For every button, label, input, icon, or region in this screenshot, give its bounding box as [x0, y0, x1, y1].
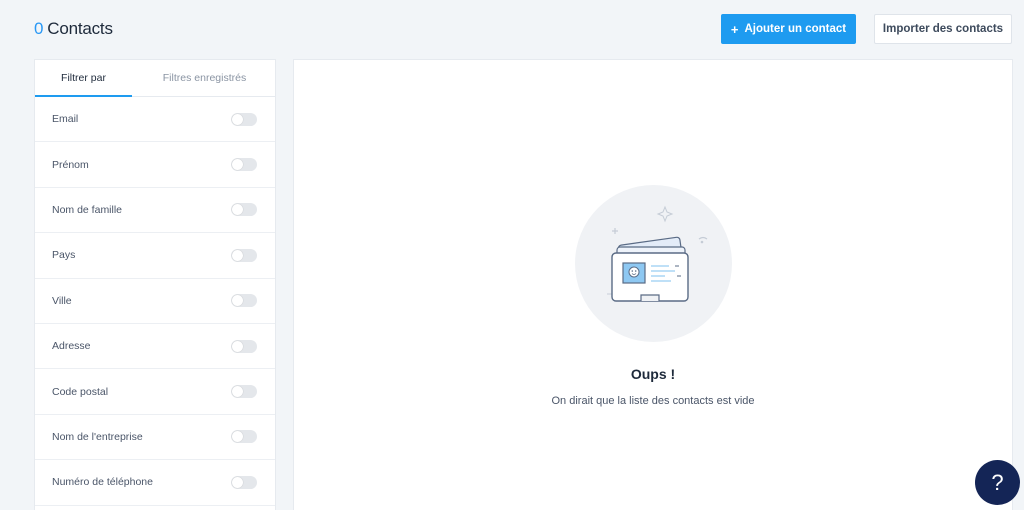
tab-filter-by[interactable]: Filtrer par [35, 60, 132, 97]
plus-icon: + [730, 21, 739, 37]
toggle-knob [232, 386, 243, 398]
empty-state-title: Oups ! [630, 366, 676, 382]
filter-toggle[interactable] [231, 385, 257, 399]
filter-label: Email [52, 113, 79, 126]
toggle-knob [232, 340, 243, 352]
filter-toggle[interactable] [231, 248, 257, 262]
import-contacts-label: Importer des contacts [882, 23, 1004, 35]
toggle-knob [232, 159, 243, 171]
contacts-panel: Oups ! On dirait que la liste des contac… [293, 59, 1013, 510]
add-contact-button[interactable]: + Ajouter un contact [721, 14, 856, 44]
filter-toggle[interactable] [231, 430, 257, 444]
toggle-knob [232, 431, 243, 443]
filter-label: Ville [52, 294, 72, 307]
contact-count: 0 [34, 19, 44, 38]
page-title: 0 Contacts [34, 19, 113, 39]
filter-label: Nom de famille [52, 203, 123, 216]
help-button[interactable]: ? [975, 460, 1020, 505]
contact-card-illustration [575, 185, 732, 342]
filter-toggle[interactable] [231, 294, 257, 308]
question-mark-icon: ? [991, 469, 1004, 495]
filter-list: Email Prénom Nom de famille Pays Ville Adress… [35, 97, 275, 506]
filter-row: Nom de l'entreprise [35, 415, 275, 461]
import-contacts-button[interactable]: Importer des contacts [874, 14, 1012, 44]
toggle-knob [232, 295, 243, 307]
filter-row: Numéro de téléphone [35, 460, 275, 506]
filter-row: Email [35, 97, 275, 143]
filter-row: Nom de famille [35, 188, 275, 234]
filter-toggle[interactable] [231, 203, 257, 217]
contacts-page: 0 Contacts + Ajouter un contact Importer … [0, 0, 1024, 510]
filter-toggle[interactable] [231, 158, 257, 172]
tab-saved-filters-label: Filtres enregistrés [162, 72, 247, 84]
toggle-knob [232, 204, 243, 216]
toggle-knob [232, 249, 243, 261]
filter-toggle[interactable] [231, 339, 257, 353]
filter-row: Prénom [35, 142, 275, 188]
filter-sidebar: Filtrer par Filtres enregistrés Email Pré… [34, 59, 276, 510]
empty-contacts-icon [575, 185, 732, 342]
filter-label: Prénom [52, 158, 89, 171]
filter-label: Nom de l'entreprise [52, 430, 143, 443]
tab-saved-filters[interactable]: Filtres enregistrés [132, 60, 277, 96]
filter-toggle[interactable] [231, 112, 257, 126]
toggle-knob [232, 476, 243, 488]
add-contact-label: Ajouter un contact [744, 23, 847, 35]
toggle-knob [232, 113, 243, 125]
filter-label: Numéro de téléphone [52, 476, 153, 489]
tab-filter-by-label: Filtrer par [61, 72, 106, 84]
page-title-text: Contacts [47, 19, 113, 38]
filter-row: Adresse [35, 324, 275, 370]
filter-label: Adresse [52, 340, 91, 353]
filter-tabs: Filtrer par Filtres enregistrés [35, 60, 275, 97]
filter-label: Code postal [52, 385, 109, 398]
filter-row: Ville [35, 279, 275, 324]
empty-state-message: On dirait que la liste des contacts est … [551, 395, 755, 407]
filter-toggle[interactable] [231, 475, 257, 489]
filter-row: Code postal [35, 369, 275, 415]
filter-row: Pays [35, 233, 275, 279]
filter-label: Pays [52, 249, 76, 262]
